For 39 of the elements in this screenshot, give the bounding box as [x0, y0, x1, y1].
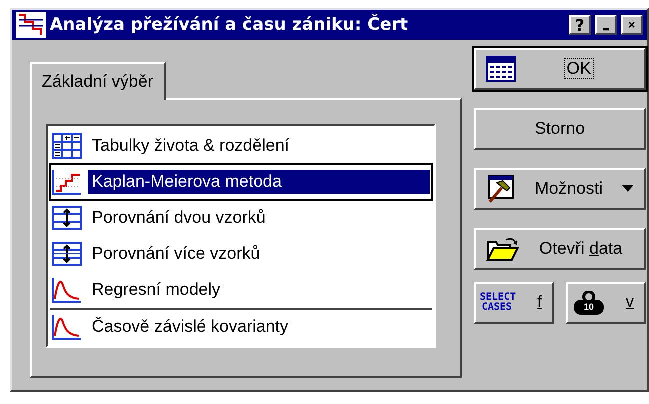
select-cases-icon: SELECT CASES: [480, 293, 514, 313]
item-label: Porovnání více vzorků: [91, 243, 262, 265]
item-label: Porovnání dvou vzorků: [91, 207, 267, 229]
step-chart-icon: [52, 169, 82, 195]
list-item[interactable]: Porovnání dvou vzorků: [50, 200, 432, 236]
compare-icon: [52, 241, 82, 267]
minimize-button[interactable]: [595, 15, 617, 35]
compare-icon: [52, 205, 82, 231]
tab[interactable]: Základní výběr: [30, 62, 166, 100]
ok-button[interactable]: OK: [474, 48, 646, 90]
button-label: OK: [564, 58, 594, 79]
window-title: Analýza přežívání a času zániku: Čert: [50, 15, 410, 35]
list-item[interactable]: Porovnání více vzorků: [50, 236, 432, 272]
table-icon: [52, 133, 82, 159]
table-icon: [486, 56, 516, 82]
button-label: Otevři data: [538, 238, 624, 259]
cancel-button[interactable]: Storno: [474, 108, 646, 150]
open-button[interactable]: Otevři data: [474, 228, 646, 270]
item-label: Tabulky života & rozdělení: [91, 135, 290, 157]
list-item[interactable]: Časově závislé kovarianty: [50, 308, 432, 344]
hammer-icon: [486, 175, 516, 203]
item-label: Regresní modely: [91, 279, 222, 301]
minimize-icon: [603, 28, 609, 30]
item-label: Časově závislé kovarianty: [91, 316, 290, 338]
list-item[interactable]: Kaplan-Meierova metoda: [50, 164, 432, 200]
folder-icon: [486, 236, 520, 262]
weight-button[interactable]: 10 v: [566, 282, 646, 324]
button-label: Možnosti: [534, 178, 604, 199]
button-label: Storno: [534, 118, 586, 139]
select-cases-button[interactable]: SELECT CASES f: [474, 282, 554, 324]
close-button[interactable]: [621, 15, 643, 35]
curve-chart-icon: [52, 277, 82, 303]
options-button[interactable]: Možnosti: [474, 168, 646, 210]
curve-chart-icon: [52, 314, 82, 340]
caret-icon: [622, 185, 634, 193]
list-item[interactable]: Regresní modely: [50, 272, 432, 308]
list-item[interactable]: Tabulky života & rozdělení: [50, 128, 432, 164]
help-button[interactable]: ?: [569, 15, 591, 35]
item-label: Kaplan-Meierova metoda: [88, 170, 430, 194]
